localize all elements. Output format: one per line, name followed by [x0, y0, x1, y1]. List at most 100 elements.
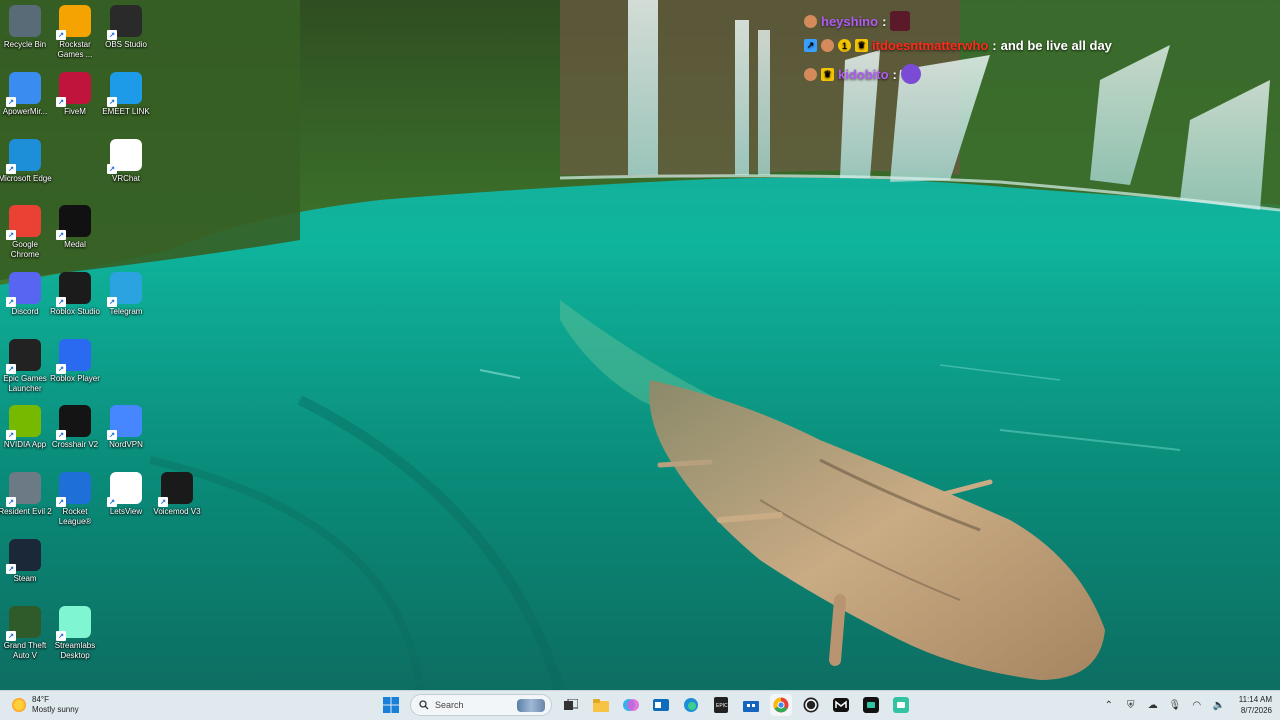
gta-icon: ↗	[6, 606, 41, 641]
shortcut-arrow-icon: ↗	[6, 497, 16, 507]
desktop-icon-label: VRChat	[111, 174, 140, 183]
system-tray: ⌃ ⛨ ☁ 🎙 ◠ 🔈 11:14 AM 8/7/2026	[1103, 694, 1272, 716]
streamlabs-alt-button[interactable]	[890, 694, 912, 716]
rockstar-games-icon: ↗	[56, 5, 91, 40]
shortcut-arrow-icon: ↗	[56, 297, 66, 307]
desktop-icon-discord[interactable]: ↗ Discord	[0, 272, 50, 317]
obs-studio-button[interactable]	[800, 694, 822, 716]
microphone-icon[interactable]: 🎙	[1168, 699, 1181, 711]
onedrive-icon[interactable]: ☁	[1147, 699, 1159, 711]
monkey-emote-icon	[900, 64, 921, 84]
shortcut-arrow-icon: ↗	[6, 564, 16, 574]
streamlabs-button[interactable]	[860, 694, 882, 716]
desktop-icon-recycle-bin[interactable]: Recycle Bin	[0, 5, 50, 50]
volume-icon[interactable]: 🔈	[1213, 699, 1225, 711]
desktop-icon-rocket-league[interactable]: ↗ Rocket League®	[50, 472, 100, 527]
avatar-icon	[804, 14, 817, 28]
desktop-icon-label: Rocket League®	[58, 507, 92, 526]
desktop-icon-letsview[interactable]: ↗ LetsView	[101, 472, 151, 517]
desktop-icon-nvidia[interactable]: ↗ NVIDIA App	[0, 405, 50, 450]
search-icon	[419, 700, 429, 710]
shortcut-arrow-icon: ↗	[56, 364, 66, 374]
shortcut-arrow-icon: ↗	[107, 297, 117, 307]
desktop-icon-rockstar-games[interactable]: ↗ Rockstar Games ...	[50, 5, 100, 60]
desktop-icon-label: FiveM	[64, 107, 86, 116]
desktop-icon-roblox-studio[interactable]: ↗ Roblox Studio	[50, 272, 100, 317]
desktop-icon-label: Streamlabs Desktop	[54, 641, 96, 660]
shortcut-arrow-icon: ↗	[6, 430, 16, 440]
search-box[interactable]: Search	[410, 694, 552, 716]
task-view-button[interactable]	[560, 694, 582, 716]
outlook-icon	[653, 699, 669, 711]
start-button[interactable]	[380, 694, 402, 716]
emote-icon	[890, 11, 911, 31]
taskbar: 84°F Mostly sunny Search EPIC ⌃ ⛨ ☁ 🎙 ◠ …	[0, 690, 1280, 720]
desktop-icon-label: Resident Evil 2	[0, 507, 52, 516]
letsview-icon: ↗	[107, 472, 142, 507]
shortcut-arrow-icon: ↗	[56, 430, 66, 440]
desktop-icon-label: Steam	[13, 574, 37, 583]
medal-button[interactable]	[830, 694, 852, 716]
epic-games-icon: EPIC	[714, 697, 728, 713]
desktop-icon-label: Medal	[64, 240, 86, 249]
epic-games-button[interactable]: EPIC	[710, 694, 732, 716]
desktop-icon-label: Telegram	[109, 307, 143, 316]
desktop-icon-roblox-player[interactable]: ↗ Roblox Player	[50, 339, 100, 384]
shortcut-arrow-icon: ↗	[107, 30, 117, 40]
chat-username: heyshino	[821, 13, 879, 29]
desktop-icon-label: LetsView	[109, 507, 143, 516]
desktop-icon-emeet-link[interactable]: ↗ EMEET LINK	[101, 72, 151, 117]
crown-badge-icon: ♛	[821, 67, 834, 81]
copilot-button[interactable]	[620, 694, 642, 716]
desktop-icon-label: Rockstar Games ...	[57, 40, 93, 59]
desktop-icon-chrome[interactable]: ↗ Google Chrome	[0, 205, 50, 260]
steam-icon: ↗	[6, 539, 41, 574]
desktop-icon-medal[interactable]: ↗ Medal	[50, 205, 100, 250]
desktop-icon-label: Voicemod V3	[153, 507, 201, 516]
clock[interactable]: 11:14 AM 8/7/2026	[1239, 694, 1272, 716]
desktop-icon-resident-evil[interactable]: ↗ Resident Evil 2	[0, 472, 52, 517]
desktop-icon-label: Recycle Bin	[3, 40, 47, 49]
weather-widget[interactable]: 84°F Mostly sunny	[12, 695, 79, 715]
chat-text: and be live all day	[1000, 38, 1112, 53]
desktop-icon-voicemod[interactable]: ↗ Voicemod V3	[152, 472, 202, 517]
microsoft-store-button[interactable]	[740, 694, 762, 716]
file-explorer-button[interactable]	[590, 694, 612, 716]
desktop-icon-epic-games[interactable]: ↗ Epic Games Launcher	[0, 339, 50, 394]
vrchat-icon: ↗	[107, 139, 142, 174]
apowermirror-icon: ↗	[6, 72, 41, 107]
chevron-up-icon[interactable]: ⌃	[1103, 699, 1115, 711]
wifi-icon[interactable]: ◠	[1191, 699, 1203, 711]
desktop-icon-nordvpn[interactable]: ↗ NordVPN	[101, 405, 151, 450]
shortcut-arrow-icon: ↗	[107, 164, 117, 174]
telegram-icon: ↗	[107, 272, 142, 307]
desktop-icon-vrchat[interactable]: ↗ VRChat	[101, 139, 151, 184]
desktop-icon-label: Roblox Studio	[50, 307, 100, 316]
desktop-icon-apowermirror[interactable]: ↗ ApowerMir...	[0, 72, 50, 117]
desktop-icon-edge[interactable]: ↗ Microsoft Edge	[0, 139, 52, 184]
shortcut-arrow-icon: ↗	[6, 164, 16, 174]
epic-games-icon: ↗	[6, 339, 41, 374]
desktop-icon-obs-studio[interactable]: ↗ OBS Studio	[101, 5, 151, 50]
desktop-icon-gta[interactable]: ↗ Grand Theft Auto V	[0, 606, 50, 661]
medal-icon: ↗	[56, 205, 91, 240]
desktop-icon-crosshair[interactable]: ↗ Crosshair V2	[50, 405, 100, 450]
search-highlight-icon	[517, 699, 545, 712]
fivem-icon: ↗	[56, 72, 91, 107]
desktop-icon-fivem[interactable]: ↗ FiveM	[50, 72, 100, 117]
windows-icon	[383, 697, 399, 713]
defender-icon[interactable]: ⛨	[1125, 699, 1137, 711]
chrome-button[interactable]	[770, 694, 792, 716]
desktop-icon-label: Microsoft Edge	[0, 174, 52, 183]
rocket-league-icon: ↗	[56, 472, 91, 507]
outlook-button[interactable]	[650, 694, 672, 716]
shortcut-arrow-icon: ↗	[56, 230, 66, 240]
voicemod-icon: ↗	[158, 472, 193, 507]
desktop-icon-telegram[interactable]: ↗ Telegram	[101, 272, 151, 317]
edge-button[interactable]	[680, 694, 702, 716]
edge-icon	[684, 698, 698, 712]
desktop-icon-steam[interactable]: ↗ Steam	[0, 539, 50, 584]
desktop-icon-streamlabs[interactable]: ↗ Streamlabs Desktop	[50, 606, 100, 661]
nvidia-icon: ↗	[6, 405, 41, 440]
shortcut-arrow-icon: ↗	[56, 497, 66, 507]
